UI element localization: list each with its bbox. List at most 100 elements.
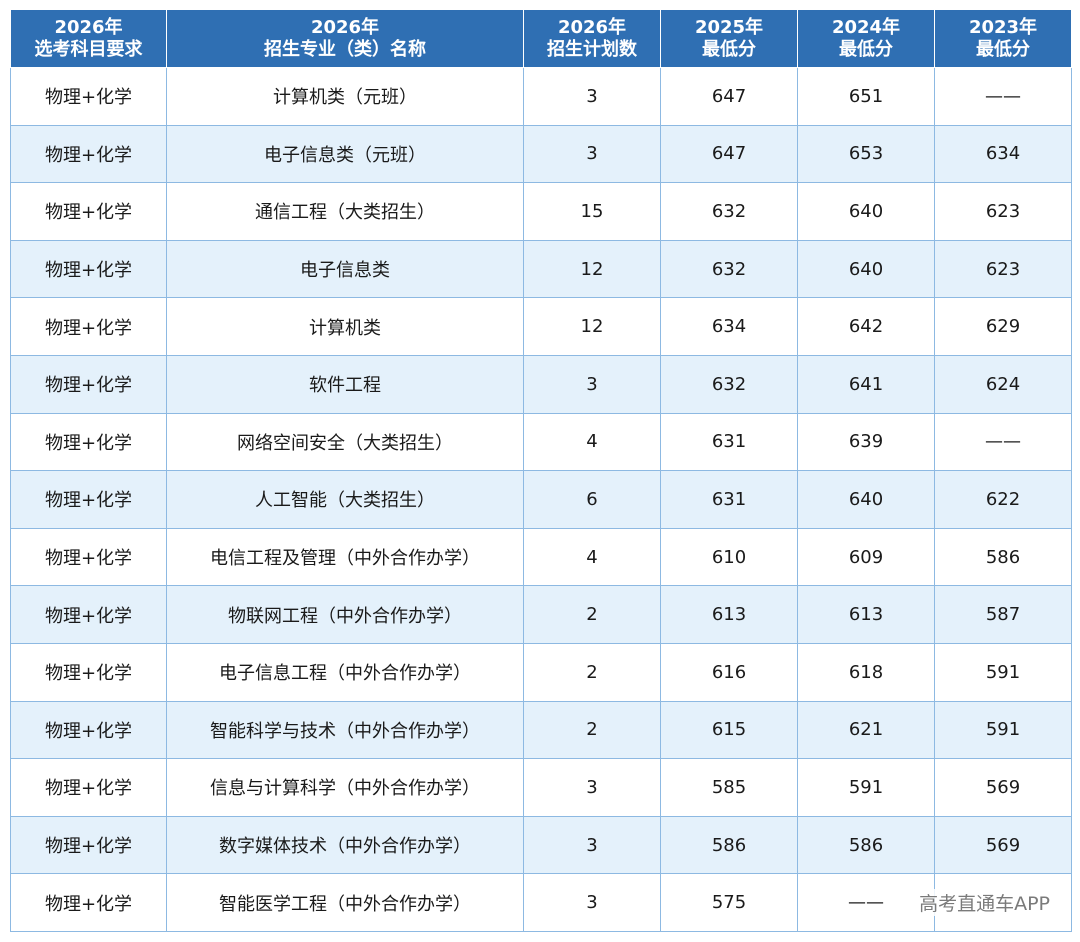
cell-min-score-2024: 641 (797, 354, 935, 414)
cell-major-name: 智能科学与技术（中外合作办学） (166, 700, 524, 760)
cell-min-score-2023: 591 (934, 700, 1072, 760)
cell-major-name: 信息与计算科学（中外合作办学） (166, 758, 524, 817)
cell-min-score-2025: 647 (660, 124, 798, 184)
cell-subject-requirement: 物理+化学 (10, 354, 167, 414)
cell-major-name: 电子信息类 (166, 239, 524, 299)
table-row: 物理+化学 计算机类（元班） 3 647 651 —— (10, 67, 1072, 126)
header-line: 最低分 (702, 38, 756, 60)
cell-min-score-2025: 610 (660, 527, 798, 587)
cell-subject-requirement: 物理+化学 (10, 124, 167, 184)
cell-min-score-2025: 616 (660, 642, 798, 702)
header-line: 2026年 (557, 16, 627, 38)
cell-min-score-2023: 624 (934, 354, 1072, 414)
cell-min-score-2024: 618 (797, 642, 935, 702)
admission-score-table: 2026年 选考科目要求 2026年 招生专业（类）名称 2026年 招生计划数… (10, 9, 1072, 932)
cell-subject-requirement: 物理+化学 (10, 412, 167, 472)
table-row: 物理+化学 电子信息类 12 632 640 623 (10, 239, 1072, 299)
header-line: 2025年 (694, 16, 764, 38)
cell-min-score-2025: 632 (660, 239, 798, 299)
cell-min-score-2023: 569 (934, 758, 1072, 817)
header-line: 选考科目要求 (34, 38, 143, 60)
cell-min-score-2024: —— (797, 873, 935, 932)
watermark-text: 高考直通车APP (917, 889, 1052, 916)
cell-subject-requirement: 物理+化学 (10, 182, 167, 241)
cell-enrollment-plan: 3 (523, 873, 661, 932)
header-line: 2023年 (968, 16, 1038, 38)
cell-enrollment-plan: 3 (523, 815, 661, 875)
table-row: 物理+化学 电信工程及管理（中外合作办学） 4 610 609 586 (10, 527, 1072, 587)
cell-min-score-2023: 587 (934, 585, 1072, 644)
header-line: 最低分 (839, 38, 893, 60)
cell-min-score-2025: 615 (660, 700, 798, 760)
cell-min-score-2023: 622 (934, 470, 1072, 529)
cell-min-score-2025: 586 (660, 815, 798, 875)
cell-min-score-2023: —— (934, 67, 1072, 126)
cell-enrollment-plan: 3 (523, 758, 661, 817)
cell-min-score-2024: 586 (797, 815, 935, 875)
header-line: 最低分 (976, 38, 1030, 60)
cell-major-name: 智能医学工程（中外合作办学） (166, 873, 524, 932)
table-body: 物理+化学 计算机类（元班） 3 647 651 —— 物理+化学 电子信息类（元班） 3 647… (10, 67, 1072, 932)
header-major-name: 2026年 招生专业（类）名称 (166, 9, 524, 68)
cell-min-score-2025: 634 (660, 297, 798, 356)
cell-min-score-2023: 569 (934, 815, 1072, 875)
cell-min-score-2024: 653 (797, 124, 935, 184)
cell-major-name: 计算机类（元班） (166, 67, 524, 126)
cell-min-score-2024: 642 (797, 297, 935, 356)
score-table-container: 2026年 选考科目要求 2026年 招生专业（类）名称 2026年 招生计划数… (10, 9, 1072, 932)
cell-min-score-2023: 623 (934, 239, 1072, 299)
header-line: 2026年 (310, 16, 380, 38)
cell-min-score-2025: 613 (660, 585, 798, 644)
cell-subject-requirement: 物理+化学 (10, 642, 167, 702)
cell-min-score-2024: 651 (797, 67, 935, 126)
cell-enrollment-plan: 15 (523, 182, 661, 241)
cell-enrollment-plan: 12 (523, 297, 661, 356)
cell-major-name: 电信工程及管理（中外合作办学） (166, 527, 524, 587)
cell-subject-requirement: 物理+化学 (10, 67, 167, 126)
cell-enrollment-plan: 2 (523, 642, 661, 702)
cell-major-name: 计算机类 (166, 297, 524, 356)
cell-subject-requirement: 物理+化学 (10, 527, 167, 587)
table-row: 物理+化学 计算机类 12 634 642 629 (10, 297, 1072, 356)
cell-min-score-2024: 640 (797, 239, 935, 299)
header-min-score-2024: 2024年 最低分 (797, 9, 935, 68)
cell-major-name: 电子信息类（元班） (166, 124, 524, 184)
header-row: 2026年 选考科目要求 2026年 招生专业（类）名称 2026年 招生计划数… (10, 9, 1072, 68)
cell-min-score-2025: 631 (660, 470, 798, 529)
cell-min-score-2025: 632 (660, 354, 798, 414)
header-subject-requirement: 2026年 选考科目要求 (10, 9, 167, 68)
cell-major-name: 数字媒体技术（中外合作办学） (166, 815, 524, 875)
cell-min-score-2024: 609 (797, 527, 935, 587)
table-row: 物理+化学 软件工程 3 632 641 624 (10, 354, 1072, 414)
table-row: 物理+化学 人工智能（大类招生） 6 631 640 622 (10, 470, 1072, 529)
table-row: 物理+化学 信息与计算科学（中外合作办学） 3 585 591 569 (10, 758, 1072, 817)
cell-major-name: 通信工程（大类招生） (166, 182, 524, 241)
cell-enrollment-plan: 3 (523, 124, 661, 184)
cell-enrollment-plan: 3 (523, 354, 661, 414)
cell-enrollment-plan: 4 (523, 412, 661, 472)
cell-subject-requirement: 物理+化学 (10, 815, 167, 875)
cell-subject-requirement: 物理+化学 (10, 297, 167, 356)
cell-min-score-2024: 639 (797, 412, 935, 472)
table-row: 物理+化学 物联网工程（中外合作办学） 2 613 613 587 (10, 585, 1072, 644)
table-row: 物理+化学 智能科学与技术（中外合作办学） 2 615 621 591 (10, 700, 1072, 760)
cell-subject-requirement: 物理+化学 (10, 758, 167, 817)
cell-min-score-2024: 591 (797, 758, 935, 817)
cell-min-score-2024: 640 (797, 470, 935, 529)
table-row: 物理+化学 电子信息工程（中外合作办学） 2 616 618 591 (10, 642, 1072, 702)
table-header: 2026年 选考科目要求 2026年 招生专业（类）名称 2026年 招生计划数… (10, 9, 1072, 68)
cell-subject-requirement: 物理+化学 (10, 470, 167, 529)
cell-min-score-2025: 631 (660, 412, 798, 472)
cell-min-score-2024: 640 (797, 182, 935, 241)
cell-min-score-2024: 621 (797, 700, 935, 760)
cell-subject-requirement: 物理+化学 (10, 585, 167, 644)
cell-major-name: 人工智能（大类招生） (166, 470, 524, 529)
header-min-score-2025: 2025年 最低分 (660, 9, 798, 68)
cell-min-score-2025: 585 (660, 758, 798, 817)
cell-min-score-2023: —— (934, 412, 1072, 472)
cell-enrollment-plan: 2 (523, 700, 661, 760)
cell-major-name: 软件工程 (166, 354, 524, 414)
table-row: 物理+化学 通信工程（大类招生） 15 632 640 623 (10, 182, 1072, 241)
header-min-score-2023: 2023年 最低分 (934, 9, 1072, 68)
table-row: 物理+化学 网络空间安全（大类招生） 4 631 639 —— (10, 412, 1072, 472)
